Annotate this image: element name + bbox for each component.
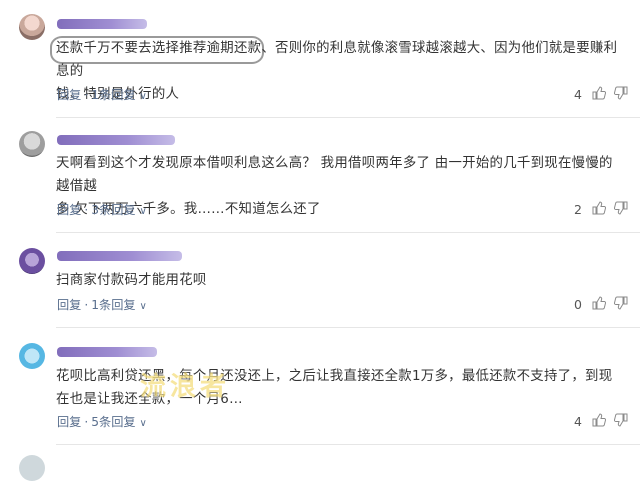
comment-text-line: 还款千万不要去选择推荐逾期还款、否则你的利息就像滚雪球越滚越大、因为他们就是要赚… (56, 41, 618, 79)
divider (56, 444, 640, 445)
view-replies-button[interactable]: 1条回复 ∨ (91, 298, 147, 312)
thumbs-down-icon[interactable] (613, 413, 628, 432)
thumbs-up-icon[interactable] (592, 413, 607, 432)
like-area: 2 (574, 201, 630, 219)
like-area: 0 (574, 296, 630, 314)
username-redacted[interactable] (57, 251, 182, 261)
avatar[interactable] (19, 248, 45, 274)
chevron-down-icon: ∨ (139, 91, 147, 102)
thumbs-down-icon[interactable] (613, 296, 628, 315)
view-replies-button[interactable]: 5条回复 ∨ (91, 415, 147, 429)
replies-count-label: 1条回复 (91, 298, 136, 312)
replies-count-label: 3条回复 (91, 203, 136, 217)
thumbs-down-icon[interactable] (613, 201, 628, 220)
like-count: 2 (574, 202, 582, 217)
thumbs-down-icon[interactable] (613, 86, 628, 105)
avatar[interactable] (19, 131, 45, 157)
thumbs-up-icon[interactable] (592, 201, 607, 220)
chevron-down-icon: ∨ (139, 301, 147, 312)
divider (56, 232, 640, 233)
separator-dot: · (84, 203, 89, 217)
like-count: 0 (574, 297, 582, 312)
reply-button[interactable]: 回复 (57, 203, 81, 217)
watermark: 流浪者 (140, 372, 231, 402)
comment-text-line: 天啊看到这个才发现原本借呗利息这么高？ 我用借呗两年多了 由一开始的几千到现在慢… (56, 156, 613, 194)
comment-actions: 回复 · 1条回复 ∨ (57, 86, 147, 104)
comment-actions: 回复 · 3条回复 ∨ (57, 201, 147, 219)
comment-actions: 回复 · 5条回复 ∨ (57, 413, 147, 431)
like-area: 4 (574, 86, 630, 104)
username-redacted[interactable] (57, 347, 157, 357)
replies-count-label: 1条回复 (91, 88, 136, 102)
avatar[interactable] (19, 343, 45, 369)
comment-text: 扫商家付款码才能用花呗 (56, 269, 626, 292)
username-redacted[interactable] (57, 19, 147, 29)
view-replies-button[interactable]: 3条回复 ∨ (91, 203, 147, 217)
like-area: 4 (574, 413, 630, 431)
reply-button[interactable]: 回复 (57, 298, 81, 312)
comment-actions: 回复 · 1条回复 ∨ (57, 296, 147, 314)
separator-dot: · (84, 298, 89, 312)
avatar[interactable] (19, 455, 45, 481)
separator-dot: · (84, 88, 89, 102)
chevron-down-icon: ∨ (139, 418, 147, 429)
like-count: 4 (574, 87, 582, 102)
divider (56, 117, 640, 118)
comment-text-line: 扫商家付款码才能用花呗 (56, 273, 207, 288)
reply-button[interactable]: 回复 (57, 88, 81, 102)
chevron-down-icon: ∨ (139, 206, 147, 217)
replies-count-label: 5条回复 (91, 415, 136, 429)
like-count: 4 (574, 414, 582, 429)
username-redacted[interactable] (57, 135, 175, 145)
reply-button[interactable]: 回复 (57, 415, 81, 429)
thumbs-up-icon[interactable] (592, 296, 607, 315)
separator-dot: · (84, 415, 89, 429)
view-replies-button[interactable]: 1条回复 ∨ (91, 88, 147, 102)
avatar[interactable] (19, 14, 45, 40)
divider (56, 327, 640, 328)
thumbs-up-icon[interactable] (592, 86, 607, 105)
